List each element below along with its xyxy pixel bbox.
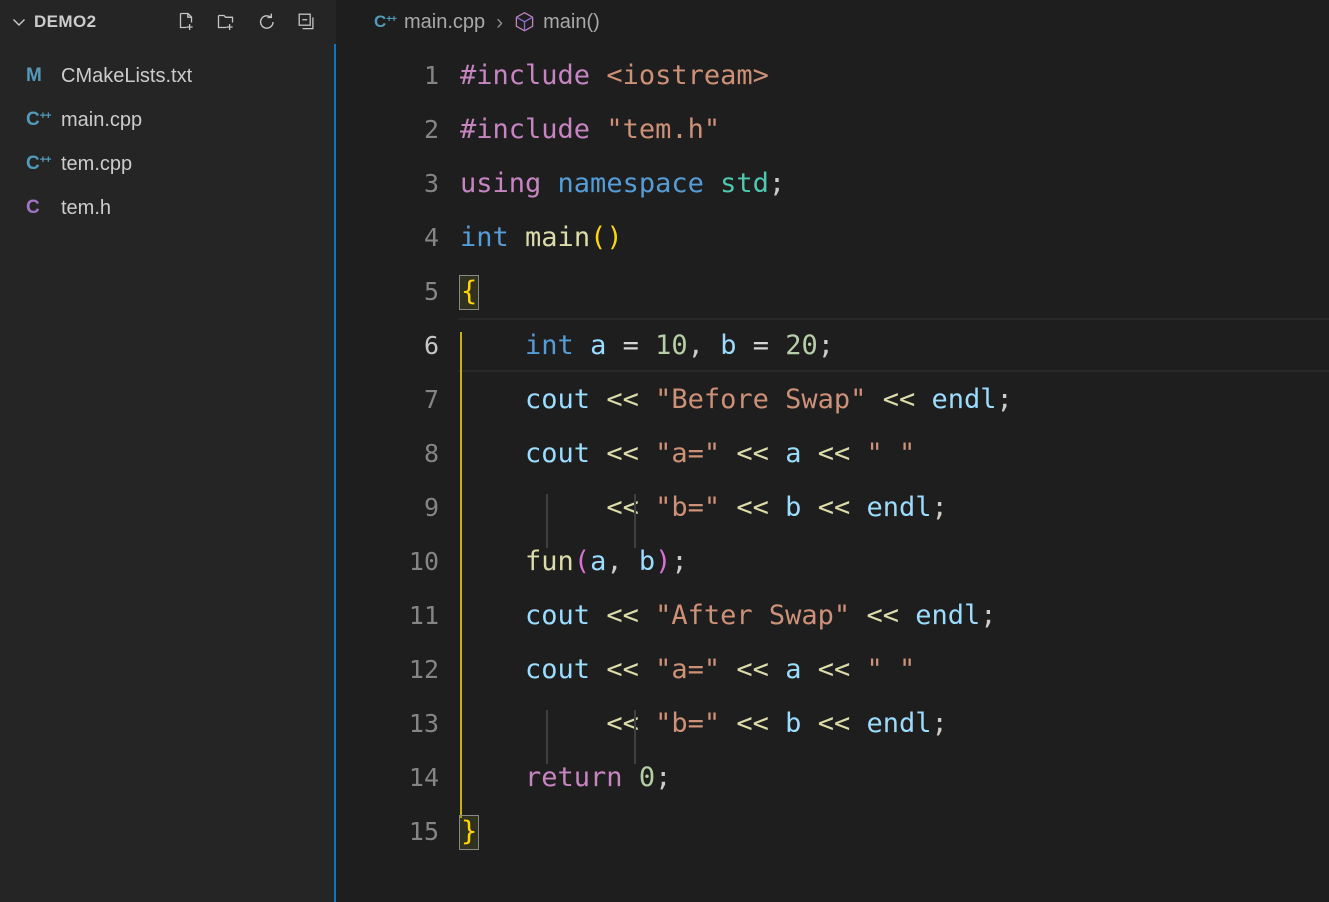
explorer-project-title: DEMO2 [34,12,97,31]
line-content: fun(a, b); [454,547,1329,602]
code-line[interactable]: 12 cout << "a=" << a << " " [336,642,1329,710]
code-line[interactable]: 3 using namespace std; [336,156,1329,210]
cpp-file-icon: C ++ [26,153,52,174]
line-content: cout << "After Swap" << endl; [454,601,1329,656]
breadcrumb-symbol[interactable]: main() [514,11,600,34]
line-number: 1 [423,60,439,90]
cpp-file-icon: C ++ [374,12,397,31]
line-number: 8 [423,438,439,468]
line-content: } [454,814,1329,850]
line-content: cout << "a=" << a << " " [454,655,1329,710]
code-line[interactable]: 5 { [336,264,1329,318]
breadcrumb-file[interactable]: C ++ main.cpp [374,11,485,34]
file-name-label: CMakeLists.txt [61,64,193,87]
line-content: using namespace std; [460,167,786,199]
line-number: 5 [423,276,439,306]
line-content: #include "tem.h" [460,113,721,145]
new-folder-icon[interactable] [212,7,242,37]
line-content: << "b=" << b << endl; [454,493,1329,548]
cube-symbol-icon [514,11,535,33]
matching-bracket: } [459,814,480,850]
code-line[interactable]: 6 int a = 10, b = 20; [336,318,1329,386]
vscode-window: DEMO2 M CMakeLists.txt C ++ main.cpp C +… [0,0,1329,902]
code-line[interactable]: 2 #include "tem.h" [336,102,1329,156]
line-number: 7 [423,384,439,414]
code-line[interactable]: 8 cout << "a=" << a << " " [336,426,1329,494]
line-number: 2 [423,114,439,144]
line-number: 6 [423,330,439,360]
line-content: #include <iostream> [460,59,769,91]
list-item[interactable]: C ++ main.cpp [0,98,334,142]
line-content: cout << "a=" << a << " " [454,439,1329,494]
line-number: 14 [408,762,439,792]
breadcrumb-symbol-label: main() [543,10,600,33]
code-line[interactable]: 4 int main() [336,210,1329,264]
file-name-label: tem.h [61,196,112,219]
code-line[interactable]: 1 #include <iostream> [336,48,1329,102]
code-editor: C ++ main.cpp › main() 1 #include <iostr… [336,0,1329,902]
breadcrumb-separator: › [496,10,504,34]
chevron-down-icon[interactable] [6,9,32,35]
file-name-label: main.cpp [61,108,143,131]
explorer-sidebar: DEMO2 M CMakeLists.txt C ++ main.cpp C +… [0,0,336,902]
line-content: return 0; [454,763,1329,818]
line-number: 9 [423,492,439,522]
breadcrumb-file-label: main.cpp [403,10,486,33]
code-lines: 1 #include <iostream> 2 #include "tem.h"… [336,44,1329,858]
file-tree: M CMakeLists.txt C ++ main.cpp C ++ tem.cp… [0,44,334,230]
code-line[interactable]: 14 return 0; [336,750,1329,818]
file-name-label: tem.cpp [61,152,133,175]
line-number: 15 [408,816,439,846]
line-number: 12 [408,654,439,684]
code-line[interactable]: 10 fun(a, b); [336,534,1329,602]
matching-bracket: { [459,274,480,310]
explorer-tree-container: M CMakeLists.txt C ++ main.cpp C ++ tem.cp… [0,42,336,902]
list-item[interactable]: C ++ tem.cpp [0,142,334,186]
breadcrumb: C ++ main.cpp › main() [336,0,1329,44]
list-item[interactable]: C tem.h [0,186,334,230]
line-content: cout << "Before Swap" << endl; [454,385,1329,440]
collapse-all-icon[interactable] [292,7,322,37]
list-item[interactable]: M CMakeLists.txt [0,54,334,98]
c-header-file-icon: C [26,197,40,218]
code-line[interactable]: 9 << "b=" << b << endl; [336,480,1329,548]
code-content[interactable]: 1 #include <iostream> 2 #include "tem.h"… [336,44,1329,902]
line-number: 11 [408,600,439,630]
refresh-icon[interactable] [252,7,282,37]
line-number: 4 [423,222,439,252]
code-line[interactable]: 7 cout << "Before Swap" << endl; [336,372,1329,440]
line-content: int a = 10, b = 20; [454,331,1329,386]
code-line[interactable]: 11 cout << "After Swap" << endl; [336,588,1329,656]
line-content: { [454,274,1329,310]
line-content: << "b=" << b << endl; [454,709,1329,764]
code-line[interactable]: 13 << "b=" << b << endl; [336,696,1329,764]
code-line[interactable]: 15 } [336,804,1329,858]
cpp-file-icon: C ++ [26,109,52,130]
line-number: 10 [408,546,439,576]
line-number: 3 [423,168,439,198]
explorer-section-header[interactable]: DEMO2 [0,0,336,44]
new-file-icon[interactable] [172,7,202,37]
line-number: 13 [408,708,439,738]
explorer-header-actions [172,7,336,37]
cmake-file-icon: M [26,65,42,86]
line-content: int main() [460,221,623,253]
